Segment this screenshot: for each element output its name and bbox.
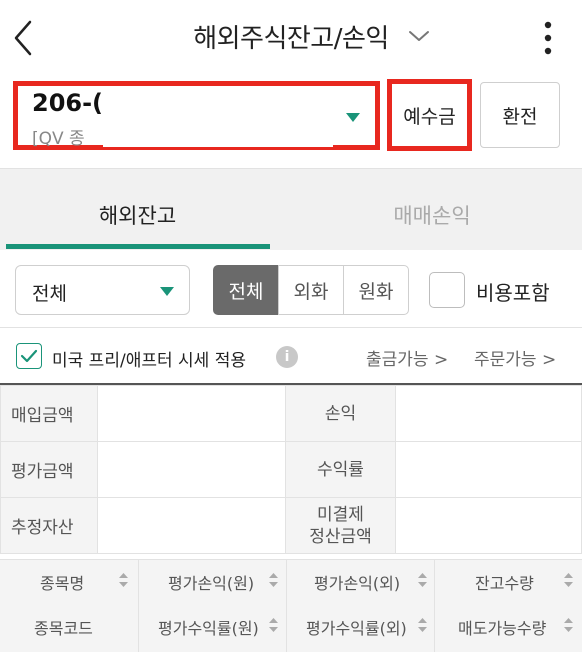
title-container: 해외주식잔고/손익 bbox=[0, 18, 582, 55]
col-balance-qty[interactable]: 잔고수량 bbox=[475, 570, 534, 594]
withdrawable-link[interactable]: 출금가능 > bbox=[366, 345, 448, 370]
estimated-assets-label: 추정자산 bbox=[0, 497, 98, 554]
table-row: 추정자산 미결제 정산금액 bbox=[0, 497, 582, 554]
segment-krw[interactable]: 원화 bbox=[343, 265, 409, 315]
active-tab-indicator bbox=[6, 244, 270, 249]
unsettled-label-line1: 미결제 bbox=[317, 504, 364, 525]
dropdown-arrow-icon bbox=[346, 113, 360, 122]
chevron-down-icon[interactable] bbox=[406, 26, 432, 46]
account-number: 206-( bbox=[32, 89, 104, 117]
purchase-amount-label: 매입금액 bbox=[0, 385, 98, 442]
exchange-button[interactable]: 환전 bbox=[480, 82, 560, 148]
valuation-amount-value bbox=[97, 441, 286, 498]
col-stock-name[interactable]: 종목명 bbox=[40, 570, 84, 594]
more-menu-icon[interactable] bbox=[538, 20, 558, 56]
col-eval-return-fx[interactable]: 평가수익률(외) bbox=[306, 615, 407, 639]
divider bbox=[0, 327, 582, 328]
sort-icon[interactable] bbox=[418, 618, 427, 632]
sort-icon[interactable] bbox=[119, 573, 128, 587]
orderable-link[interactable]: 주문가능 > bbox=[474, 345, 556, 370]
sort-icon[interactable] bbox=[269, 573, 278, 587]
us-pre-after-label[interactable]: 미국 프리/애프터 시세 적용 bbox=[52, 346, 246, 371]
holdings-column-headers: 종목명 평가손익(원) 평가손익(외) 잔고수량 종목코드 평가수익률(원) 평… bbox=[0, 559, 582, 652]
valuation-amount-label: 평가금액 bbox=[0, 441, 98, 498]
summary-table: 매입금액 손익 평가금액 수익률 추정자산 미결제 정산금액 bbox=[0, 385, 582, 554]
return-rate-label: 수익률 bbox=[285, 441, 396, 498]
unsettled-amount-value bbox=[395, 497, 582, 554]
deposit-button[interactable]: 예수금 bbox=[387, 79, 472, 151]
page-title[interactable]: 해외주식잔고/손익 bbox=[193, 24, 389, 54]
sort-icon[interactable] bbox=[269, 618, 278, 632]
account-redaction bbox=[103, 87, 333, 147]
return-rate-value bbox=[395, 441, 582, 498]
account-type: [QV 종 bbox=[32, 129, 85, 149]
profit-loss-label: 손익 bbox=[285, 385, 396, 442]
col-stock-code[interactable]: 종목코드 bbox=[34, 615, 93, 639]
info-icon[interactable]: i bbox=[276, 346, 298, 368]
estimated-assets-value bbox=[97, 497, 286, 554]
col-eval-pnl-krw[interactable]: 평가손익(원) bbox=[168, 570, 254, 594]
unsettled-amount-label: 미결제 정산금액 bbox=[285, 497, 396, 554]
table-row: 평가금액 수익률 bbox=[0, 441, 582, 498]
app-header: 해외주식잔고/손익 bbox=[0, 0, 582, 76]
filter-selected-value: 전체 bbox=[32, 283, 67, 305]
include-fees-label[interactable]: 비용포함 bbox=[476, 277, 550, 306]
tab-overseas-holdings[interactable]: 해외잔고 bbox=[0, 200, 275, 230]
sort-icon[interactable] bbox=[564, 573, 573, 587]
us-pre-after-checkbox[interactable] bbox=[16, 343, 42, 369]
segment-foreign-currency[interactable]: 외화 bbox=[278, 265, 344, 315]
dropdown-arrow-icon bbox=[160, 287, 174, 296]
col-eval-pnl-fx[interactable]: 평가손익(외) bbox=[314, 570, 400, 594]
tab-trading-pnl[interactable]: 매매손익 bbox=[292, 200, 572, 230]
column-divider bbox=[286, 560, 287, 652]
currency-filter-select[interactable]: 전체 bbox=[15, 265, 190, 315]
col-eval-return-krw[interactable]: 평가수익률(원) bbox=[158, 615, 259, 639]
segment-all[interactable]: 전체 bbox=[213, 265, 279, 315]
check-icon bbox=[20, 349, 38, 363]
include-fees-checkbox[interactable] bbox=[429, 272, 465, 308]
table-row: 매입금액 손익 bbox=[0, 385, 582, 442]
account-selector[interactable]: 206-( [QV 종 bbox=[13, 81, 380, 150]
sort-icon[interactable] bbox=[418, 573, 427, 587]
sort-icon[interactable] bbox=[564, 618, 573, 632]
col-sellable-qty[interactable]: 매도가능수량 bbox=[458, 615, 546, 639]
purchase-amount-value bbox=[97, 385, 286, 442]
column-divider bbox=[138, 560, 139, 652]
column-divider bbox=[434, 560, 435, 652]
unsettled-label-line2: 정산금액 bbox=[309, 526, 372, 547]
profit-loss-value bbox=[395, 385, 582, 442]
